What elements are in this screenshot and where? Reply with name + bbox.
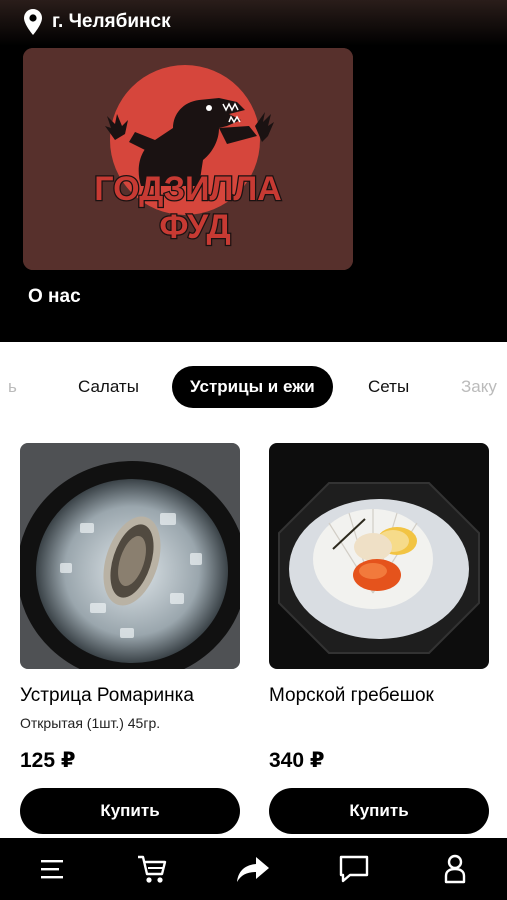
header: г. Челябинск ГОДЗИЛЛА ФУД О нас <box>0 0 507 342</box>
menu-icon[interactable] <box>34 853 68 885</box>
logo-text-line2: ФУД <box>159 208 230 246</box>
product-title: Морской гребешок <box>269 685 434 706</box>
chat-icon[interactable] <box>337 853 371 885</box>
category-tabs[interactable]: ь Салаты Устрицы и ежи Сеты Заку <box>0 366 507 408</box>
location-pin-icon <box>24 9 42 35</box>
product-image-oyster[interactable] <box>20 443 240 669</box>
bottom-nav <box>0 838 507 900</box>
city-label: г. Челябинск <box>52 11 171 32</box>
city-selector[interactable]: г. Челябинск <box>24 8 171 36</box>
buy-button[interactable]: Купить <box>20 788 240 834</box>
buy-button[interactable]: Купить <box>269 788 489 834</box>
brand-banner[interactable]: ГОДЗИЛЛА ФУД <box>23 48 353 270</box>
tab-next-cut[interactable]: Заку <box>461 366 497 408</box>
main-content: ь Салаты Устрицы и ежи Сеты Заку Устрица… <box>0 342 507 838</box>
share-arrow-icon[interactable] <box>236 853 270 885</box>
product-price: 125 ₽ <box>20 749 76 772</box>
brand-logo: ГОДЗИЛЛА ФУД <box>23 48 353 270</box>
product-title: Устрица Ромаринка <box>20 685 194 706</box>
product-description: Открытая (1шт.) 45гр. <box>20 715 161 731</box>
product-price: 340 ₽ <box>269 749 325 772</box>
tab-oysters-urchins[interactable]: Устрицы и ежи <box>172 366 333 408</box>
tab-sets[interactable]: Сеты <box>368 366 409 408</box>
product-card[interactable]: Устрица Ромаринка Открытая (1шт.) 45гр. … <box>20 443 240 834</box>
product-image-scallop[interactable] <box>269 443 489 669</box>
tab-salads[interactable]: Салаты <box>78 366 139 408</box>
tab-previous-cut[interactable]: ь <box>8 366 17 408</box>
profile-icon[interactable] <box>438 853 472 885</box>
cart-icon[interactable] <box>135 853 169 885</box>
about-link[interactable]: О нас <box>28 286 81 308</box>
logo-text-line1: ГОДЗИЛЛА <box>94 170 281 208</box>
product-card[interactable]: Морской гребешок 340 ₽ Купить <box>269 443 489 834</box>
product-description <box>269 715 489 731</box>
